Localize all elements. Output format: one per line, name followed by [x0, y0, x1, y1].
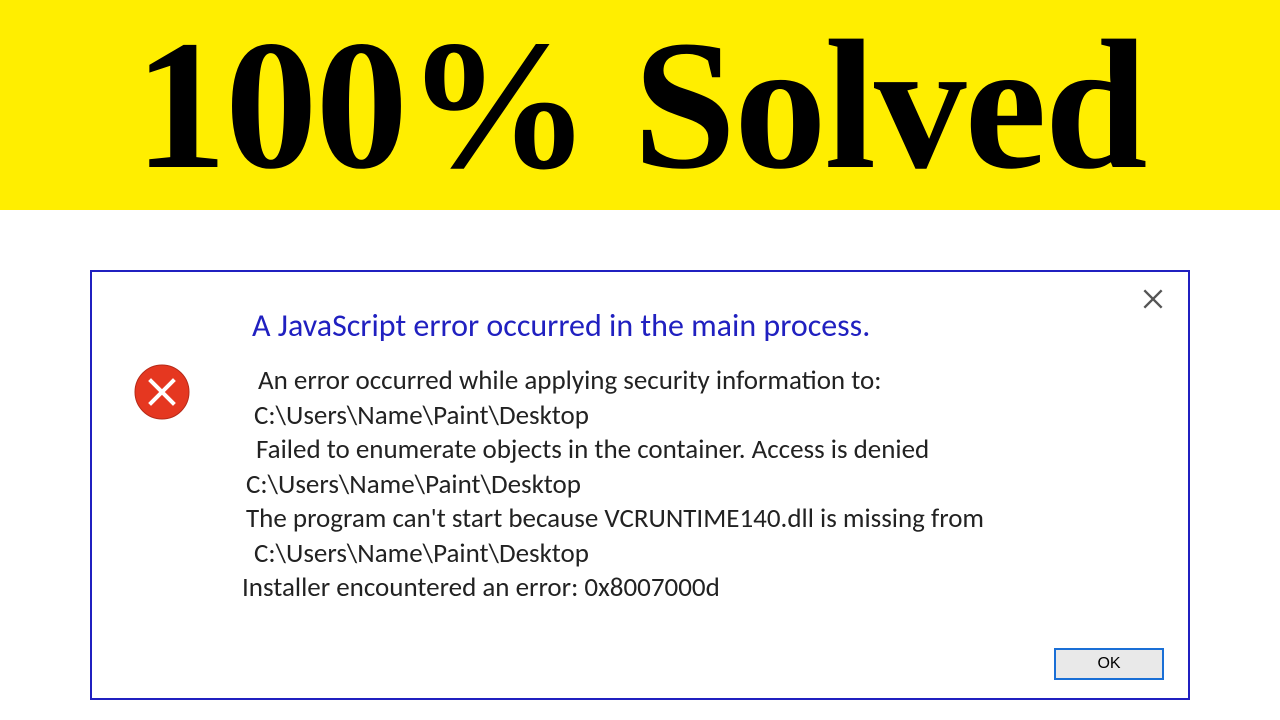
- banner: 100% Solved: [0, 0, 1280, 210]
- banner-text: 100% Solved: [134, 13, 1145, 198]
- msg-line-5: The program can't start because VCRUNTIM…: [246, 502, 1162, 537]
- error-dialog: A JavaScript error occurred in the main …: [90, 270, 1190, 700]
- ok-button[interactable]: OK: [1054, 648, 1164, 680]
- error-icon: [134, 364, 190, 420]
- msg-line-6: C:\Users\Name\Paint\Desktop: [254, 537, 1162, 572]
- close-button[interactable]: [1136, 284, 1170, 318]
- close-icon: [1140, 286, 1166, 317]
- msg-line-7: Installer encountered an error: 0x800700…: [242, 571, 1162, 606]
- msg-line-3: Failed to enumerate objects in the conta…: [256, 433, 1162, 468]
- msg-line-4: C:\Users\Name\Paint\Desktop: [246, 468, 1162, 503]
- error-message: An error occurred while applying securit…: [242, 364, 1162, 606]
- msg-line-1: An error occurred while applying securit…: [258, 364, 1162, 399]
- msg-line-2: C:\Users\Name\Paint\Desktop: [254, 399, 1162, 434]
- ok-button-label: OK: [1097, 655, 1120, 673]
- dialog-title: A JavaScript error occurred in the main …: [252, 306, 870, 345]
